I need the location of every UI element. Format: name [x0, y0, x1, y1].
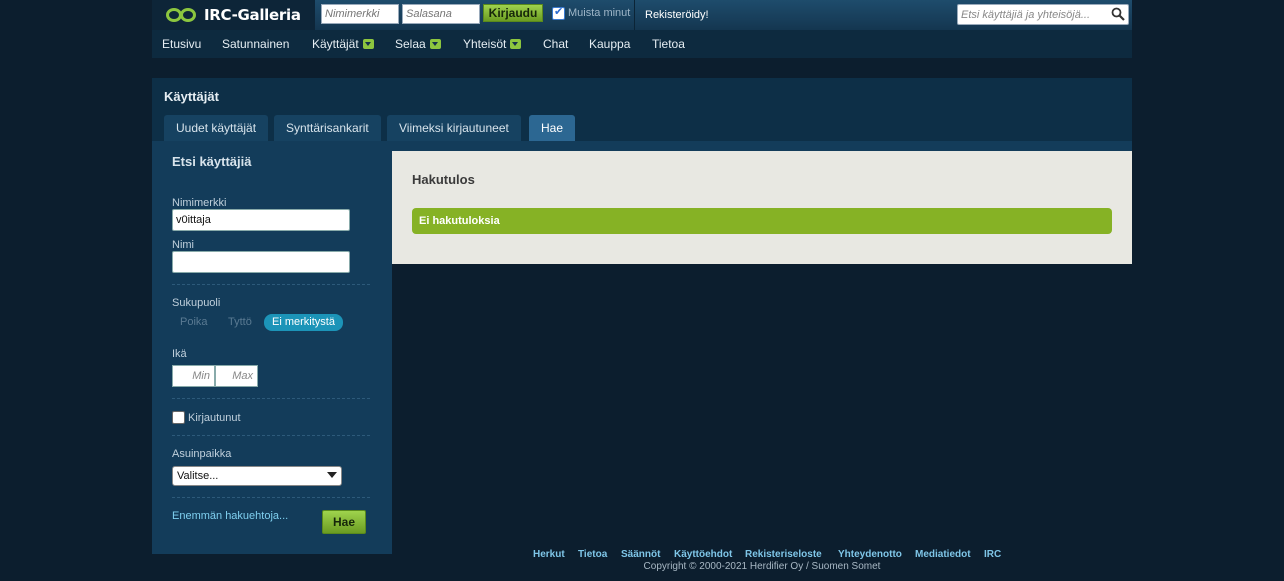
logo-eye-icon	[164, 6, 202, 24]
chevron-down-icon	[429, 39, 441, 49]
nav-item-etusivu[interactable]: Etusivu	[162, 37, 201, 51]
nav-item-selaa[interactable]: Selaa	[395, 37, 441, 51]
results-title: Hakutulos	[412, 172, 475, 187]
copyright-label: Copyright © 2000-2021 Herdifier Oy / Suo…	[643, 561, 881, 572]
nav-item-label: Tietoa	[652, 37, 685, 51]
sidebar-title: Etsi käyttäjiä	[172, 154, 252, 169]
name-field[interactable]	[172, 251, 350, 273]
sidebar-divider	[172, 284, 370, 285]
gender-option-poika[interactable]: Poika	[180, 314, 208, 331]
login-button[interactable]: Kirjaudu	[483, 4, 543, 22]
sidebar-divider	[172, 497, 370, 498]
copyright-text: Copyright © 2000-2021 Herdifier Oy / Suo…	[0, 561, 1284, 572]
footer-link-yhteydenotto[interactable]: Yhteydenotto	[838, 549, 902, 560]
chevron-down-icon	[327, 472, 337, 478]
chevron-down-icon	[510, 39, 522, 49]
nav-item-label: Yhteisöt	[463, 37, 507, 51]
gender-label: Sukupuoli	[172, 297, 221, 309]
nav-item-label: Satunnainen	[222, 37, 290, 51]
header-divider	[634, 0, 635, 30]
age-max-input[interactable]: Max	[215, 365, 258, 387]
nickname-label: Nimimerkki	[172, 197, 227, 209]
sidebar-divider	[172, 398, 370, 399]
footer-link-tietoa[interactable]: Tietoa	[578, 549, 607, 560]
nav-item-tietoa[interactable]: Tietoa	[652, 37, 685, 51]
online-label: Kirjautunut	[188, 412, 241, 424]
nav-item-label: Käyttäjät	[312, 37, 359, 51]
username-input[interactable]	[321, 4, 399, 24]
tab-synttarisankarit[interactable]: Synttärisankarit	[274, 115, 381, 141]
nav-item-kayttajat[interactable]: Käyttäjät	[312, 37, 374, 51]
site-logo[interactable]: IRC-Galleria	[152, 0, 315, 30]
search-icon[interactable]	[1111, 7, 1125, 21]
logo-text: IRC-Galleria	[204, 6, 301, 24]
sidebar-divider	[172, 435, 370, 436]
footer-link-saannot[interactable]: Säännöt	[621, 549, 660, 560]
nav-item-label: Selaa	[395, 37, 426, 51]
name-label: Nimi	[172, 239, 194, 251]
password-input[interactable]	[402, 4, 480, 24]
remember-checkbox[interactable]	[552, 5, 565, 20]
nav-item-satunnainen[interactable]: Satunnainen	[222, 37, 289, 51]
age-min-input[interactable]: Min	[172, 365, 215, 387]
tab-viimeksi-kirjautuneet[interactable]: Viimeksi kirjautuneet	[387, 115, 521, 141]
footer-link-rekisteriseloste[interactable]: Rekisteriseloste	[745, 549, 822, 560]
global-search-placeholder: Etsi käyttäjiä ja yhteisöjä...	[961, 9, 1091, 21]
footer-link-irc[interactable]: IRC	[984, 549, 1001, 560]
footer-link-kayttoehdot[interactable]: Käyttöehdot	[674, 549, 732, 560]
page-title: Käyttäjät	[164, 89, 219, 104]
footer-link-herkut[interactable]: Herkut	[533, 549, 565, 560]
location-select[interactable]: Valitse...	[172, 466, 342, 486]
nav-item-label: Chat	[543, 37, 569, 51]
nickname-field[interactable]	[172, 209, 350, 231]
remember-label: Muista minut	[568, 7, 631, 19]
search-button[interactable]: Hae	[322, 510, 366, 534]
nav-item-label: Kauppa	[589, 37, 631, 51]
nav-item-kauppa[interactable]: Kauppa	[589, 37, 630, 51]
nav-item-label: Etusivu	[162, 37, 202, 51]
nav-item-chat[interactable]: Chat	[543, 37, 568, 51]
location-label: Asuinpaikka	[172, 448, 232, 460]
gender-option-tytto[interactable]: Tyttö	[228, 314, 252, 331]
footer-link-mediatiedot[interactable]: Mediatiedot	[915, 549, 971, 560]
tab-uudet-kayttajat[interactable]: Uudet käyttäjät	[164, 115, 269, 141]
age-label: Ikä	[172, 348, 187, 360]
main-nav	[152, 30, 1132, 58]
more-criteria-link[interactable]: Enemmän hakuehtoja...	[172, 510, 288, 522]
register-link[interactable]: Rekisteröidy!	[645, 9, 709, 21]
tab-hae[interactable]: Hae	[529, 115, 576, 141]
gender-option-ei-merkitysta[interactable]: Ei merkitystä	[264, 314, 343, 331]
chevron-down-icon	[362, 39, 374, 49]
no-results-banner: Ei hakutuloksia	[412, 208, 1112, 234]
online-checkbox[interactable]	[172, 411, 185, 424]
nav-item-yhteisot[interactable]: Yhteisöt	[463, 37, 522, 51]
